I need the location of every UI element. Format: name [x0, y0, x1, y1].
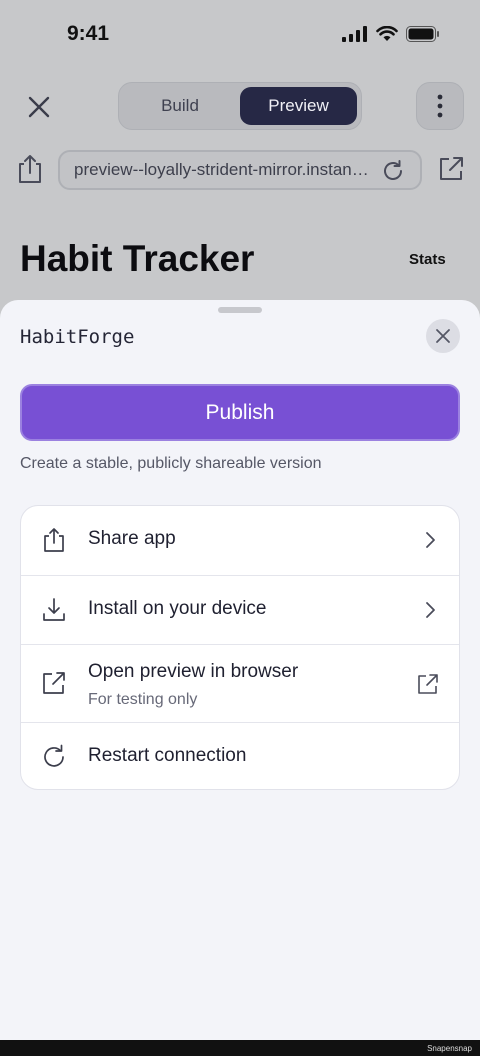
battery-icon	[406, 26, 439, 42]
sheet-close-button[interactable]	[426, 319, 460, 353]
list-item-restart[interactable]: Restart connection	[21, 722, 459, 790]
sheet-title: HabitForge	[20, 326, 135, 348]
watermark: Snapensnap	[427, 1044, 472, 1053]
tab-preview[interactable]: Preview	[240, 87, 357, 125]
bottom-bar: Snapensnap	[0, 1040, 480, 1056]
publish-description: Create a stable, publicly shareable vers…	[20, 455, 322, 472]
list-item-sublabel: For testing only	[88, 691, 198, 708]
close-icon	[436, 329, 450, 343]
external-link-icon	[43, 672, 65, 694]
sheet-grabber[interactable]	[218, 307, 262, 313]
wifi-icon	[376, 26, 398, 41]
list-item-label: Open preview in browser	[88, 661, 299, 682]
external-link-icon	[418, 674, 438, 694]
bottom-sheet: HabitForge Publish Create a stable, publ…	[0, 300, 480, 1040]
tab-build[interactable]: Build	[123, 87, 237, 125]
refresh-icon	[44, 744, 64, 767]
chevron-right-icon	[426, 532, 435, 548]
chevron-right-icon	[426, 602, 435, 618]
external-link-icon[interactable]	[436, 154, 466, 184]
cellular-signal-icon	[342, 26, 367, 42]
status-icons	[342, 26, 440, 42]
share-icon[interactable]	[14, 152, 46, 186]
list-item-open-preview[interactable]: Open preview in browser For testing only	[21, 644, 459, 722]
app-title: Habit Tracker	[20, 238, 255, 279]
build-preview-toggle: Build Preview	[118, 82, 362, 130]
close-icon[interactable]	[22, 90, 56, 124]
actions-list: Share app Install on your device Open pr…	[20, 505, 460, 790]
share-icon	[44, 528, 64, 552]
download-icon	[43, 598, 65, 621]
status-time: 9:41	[67, 22, 110, 45]
more-options-button[interactable]	[416, 82, 464, 130]
reload-icon[interactable]	[380, 158, 406, 184]
list-item-install[interactable]: Install on your device	[21, 575, 459, 644]
list-item-label: Install on your device	[88, 598, 267, 619]
list-item-label: Restart connection	[88, 745, 247, 766]
url-text: preview--loyally-strident-mirror.instant…	[74, 160, 370, 179]
list-item-label: Share app	[88, 528, 176, 549]
url-bar[interactable]: preview--loyally-strident-mirror.instant…	[58, 150, 422, 190]
more-vertical-icon	[437, 94, 443, 118]
publish-button[interactable]: Publish	[20, 384, 460, 441]
list-item-share-app[interactable]: Share app	[21, 506, 459, 575]
stats-link[interactable]: Stats	[409, 251, 446, 268]
background-app: 9:41 Build Preview preview--loyally-stri…	[0, 0, 480, 320]
